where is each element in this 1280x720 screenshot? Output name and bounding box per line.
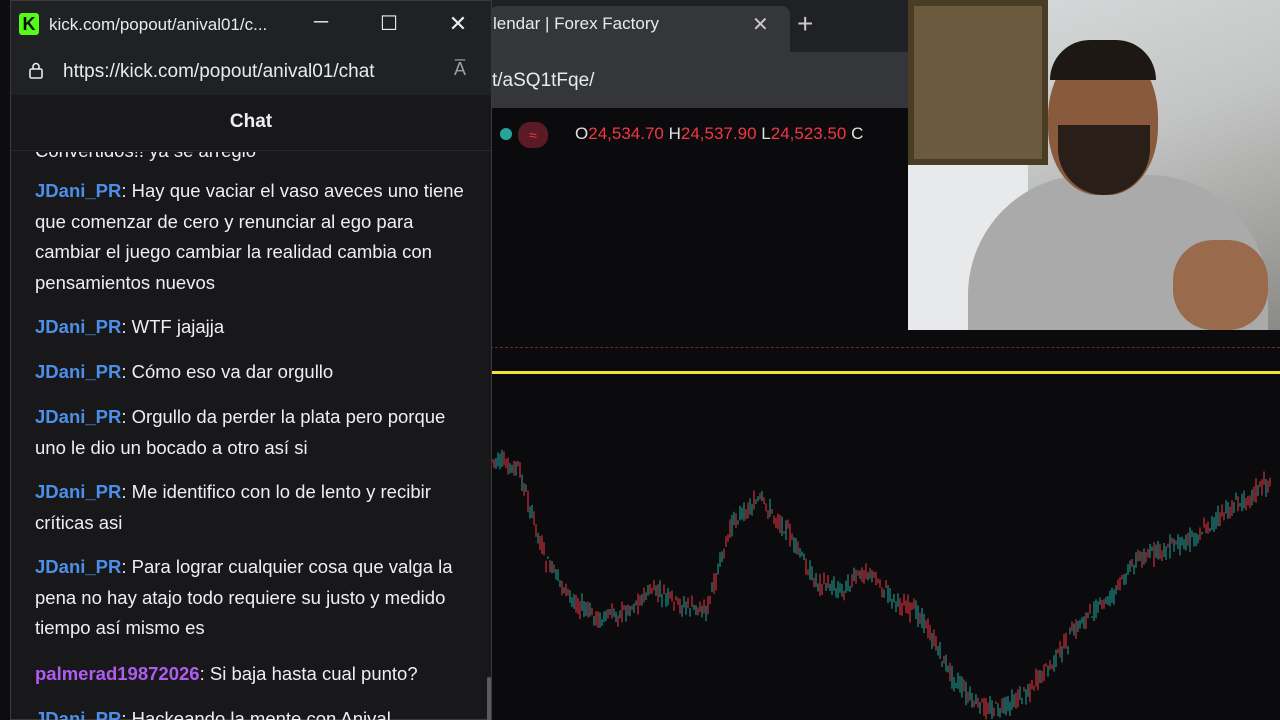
chat-username[interactable]: palmerad19872026 [35,663,200,684]
read-aloud-icon[interactable]: A̅ [454,59,466,80]
high-value: 24,537.90 [680,124,757,143]
ohlc-legend: O24,534.70 H24,537.90 L24,523.50 C [575,124,863,144]
high-label: H [668,124,681,143]
chat-username[interactable]: JDani_PR [35,316,121,337]
chat-username[interactable]: JDani_PR [35,481,121,502]
chat-username[interactable]: JDani_PR [35,556,121,577]
webcam-overlay [908,0,1280,330]
chat-message: JDani_PR: Hackeando la mente con Anival [35,704,475,720]
chat-message: JDani_PR: Orgullo da perder la plata per… [35,406,446,458]
chat-message: palmerad19872026: Si baja hasta cual pun… [35,663,418,684]
low-label: L [761,124,771,143]
person-hair [1050,40,1156,80]
chat-message-list[interactable]: Convertidos!! ya se arreglo JDani_PR: Ha… [11,152,491,720]
chat-username[interactable]: JDani_PR [35,708,121,720]
chat-popout-window: K kick.com/popout/anival01/c... ─ ☐ ✕ ht… [10,0,492,720]
chat-message: JDani_PR: Para lograr cualquier cosa que… [35,556,453,638]
chat-username[interactable]: JDani_PR [35,406,121,427]
url-text[interactable]: https://kick.com/popout/anival01/chat [63,61,375,83]
symbol-pill[interactable]: ≈ [518,122,548,148]
chat-message-text: Cómo eso va dar orgullo [131,361,334,382]
chat-scrollbar[interactable] [487,677,491,720]
price-level-dashed-line [490,347,1280,348]
chat-message-text: Convertidos!! ya se arreglo [35,152,256,161]
open-label: O [575,124,589,143]
candlestick-series [491,449,1271,720]
chat-message-text: Si baja hasta cual punto? [209,663,418,684]
chat-message: JDani_PR: WTF jajajja [35,316,225,337]
open-value: 24,534.70 [588,124,664,143]
minimize-icon[interactable]: ─ [306,11,336,34]
background-url-text[interactable]: t/aSQ1tFqe/ [492,70,594,92]
person-hand [1173,240,1268,330]
lock-icon[interactable] [27,61,45,79]
chat-username[interactable]: JDani_PR [35,180,121,201]
market-status-dot [500,128,512,140]
maximize-icon[interactable]: ☐ [374,11,404,36]
kick-logo-icon: K [19,13,39,35]
window-title: kick.com/popout/anival01/c... [49,15,268,34]
chat-message: JDani_PR: Cómo eso va dar orgullo [35,361,334,382]
chat-message: JDani_PR: Hay que vaciar el vaso aveces … [35,180,464,293]
picture-frame [908,0,1048,165]
chat-message-text: WTF jajajja [131,316,225,337]
chat-message: Convertidos!! ya se arreglo [35,152,475,167]
background-tab-title: lendar | Forex Factory [493,14,659,33]
chat-message: JDani_PR: Me identifico con lo de lento … [35,481,431,533]
chat-username[interactable]: JDani_PR [35,361,121,382]
screen: lendar | Forex Factory ✕ + t/aSQ1tFqe/ ≈… [0,0,1280,720]
close-icon[interactable]: ✕ [752,12,769,37]
low-value: 24,523.50 [770,124,847,143]
chat-message-text: Hackeando la mente con Anival [131,708,391,720]
price-level-line[interactable] [490,371,1280,374]
plus-icon[interactable]: + [797,8,813,40]
close-icon[interactable]: ✕ [443,11,473,37]
chat-title: Chat [229,111,273,132]
close-label: C [851,124,864,143]
